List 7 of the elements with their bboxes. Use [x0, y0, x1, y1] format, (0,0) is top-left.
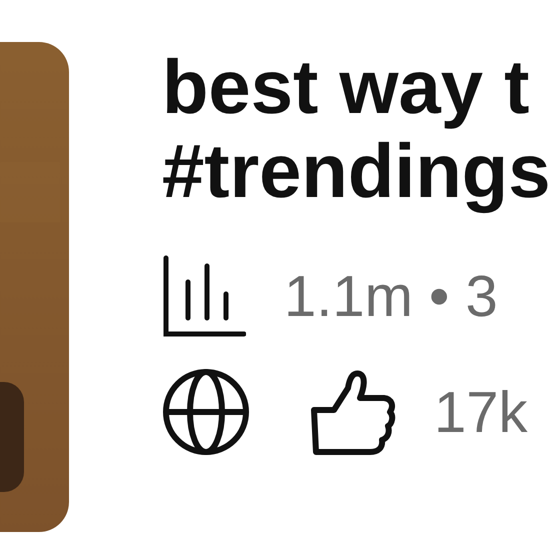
video-title: best way t: [162, 46, 530, 130]
thumbs-up-icon: [308, 368, 396, 456]
like-count: 17k: [434, 378, 528, 446]
video-title: #trendings: [162, 130, 550, 214]
bar-chart-icon: [162, 254, 246, 338]
globe-icon: [162, 368, 250, 456]
view-count: 1.1m • 3: [284, 262, 498, 330]
